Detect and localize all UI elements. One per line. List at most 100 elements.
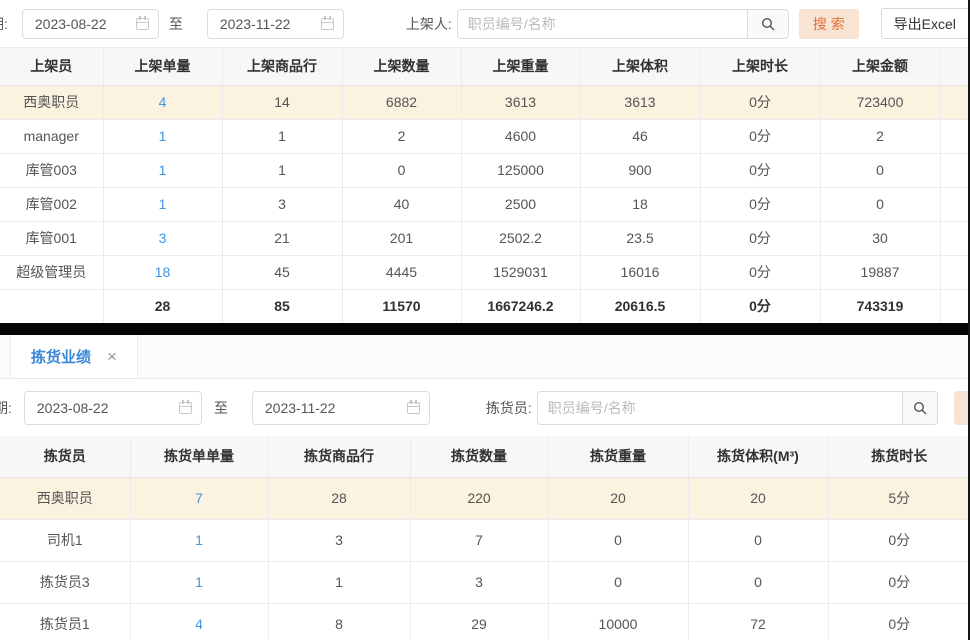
column-header: 上架金额	[820, 48, 940, 85]
cell: 72	[688, 603, 828, 640]
cell: 85	[222, 289, 342, 323]
cell: 0分	[828, 561, 970, 603]
shelf-table-header-row: 上架员 上架单量 上架商品行 上架数量 上架重量 上架体积 上架时长 上架金额	[0, 48, 970, 85]
cell: 2502.2	[461, 221, 580, 255]
cell: 0	[820, 153, 940, 187]
cell-order-count-link[interactable]: 1	[103, 119, 222, 153]
pick-person-input[interactable]	[537, 391, 902, 425]
pick-search-icon-button[interactable]	[902, 391, 938, 425]
cell-order-count-link[interactable]: 1	[130, 561, 268, 603]
pick-table-header-row: 拣货员 拣货单单量 拣货商品行 拣货数量 拣货重量 拣货体积(M³) 拣货时长	[0, 436, 970, 477]
cell-order-count-link[interactable]: 1	[130, 519, 268, 561]
cell: 4600	[461, 119, 580, 153]
search-icon	[912, 400, 928, 416]
cell: 1529031	[461, 255, 580, 289]
column-header: 上架时长	[700, 48, 820, 85]
cell-order-count-link[interactable]: 7	[130, 477, 268, 519]
cell: 0	[688, 561, 828, 603]
table-row: manager 1 1 2 4600 46 0分 2	[0, 119, 970, 153]
tab-bar: 拣货业绩 ×	[0, 335, 970, 379]
window-divider	[0, 323, 970, 335]
cell: 28	[268, 477, 410, 519]
cell: 23.5	[580, 221, 700, 255]
cell: 20	[548, 477, 688, 519]
pick-date-to[interactable]	[252, 391, 430, 425]
table-row: 库管002 1 3 40 2500 18 0分 0	[0, 187, 970, 221]
cell-order-count-link[interactable]: 18	[103, 255, 222, 289]
tab-picking-performance[interactable]: 拣货业绩 ×	[10, 335, 138, 378]
column-header: 拣货员	[0, 436, 130, 477]
cell: 10000	[548, 603, 688, 640]
cell-order-count-link[interactable]: 4	[130, 603, 268, 640]
cell: 3613	[580, 85, 700, 119]
column-header: 上架商品行	[222, 48, 342, 85]
cell-order-count-link[interactable]: 4	[103, 85, 222, 119]
cell: 723400	[820, 85, 940, 119]
cell: 40	[342, 187, 461, 221]
cell: 6882	[342, 85, 461, 119]
cell: 0	[548, 519, 688, 561]
pick-date-from-input[interactable]	[37, 400, 179, 416]
cell: 0分	[700, 289, 820, 323]
cell: 1	[268, 561, 410, 603]
cell: 1	[222, 153, 342, 187]
cell-name: manager	[0, 119, 103, 153]
cell: 30	[820, 221, 940, 255]
cell: 18	[580, 187, 700, 221]
cell-name: 库管002	[0, 187, 103, 221]
close-icon[interactable]: ×	[107, 348, 117, 365]
search-icon	[760, 16, 776, 32]
column-header: 拣货重量	[548, 436, 688, 477]
column-header: 拣货单单量	[130, 436, 268, 477]
calendar-icon	[136, 18, 149, 30]
cell: 5分	[828, 477, 970, 519]
column-header: 上架单量	[103, 48, 222, 85]
cell: 125000	[461, 153, 580, 187]
shelf-search-button[interactable]: 搜索	[799, 9, 859, 39]
table-row: 拣货员1 4 8 29 10000 72 0分	[0, 603, 970, 640]
cell: 0	[342, 153, 461, 187]
column-header: 上架体积	[580, 48, 700, 85]
export-excel-button[interactable]: 导出Excel	[881, 8, 969, 39]
table-row: 库管003 1 1 0 125000 900 0分 0	[0, 153, 970, 187]
column-header: 上架员	[0, 48, 103, 85]
cell-order-count-link[interactable]: 3	[103, 221, 222, 255]
shelf-date-from[interactable]	[22, 9, 159, 39]
pick-date-from[interactable]	[24, 391, 202, 425]
cell-name: 库管003	[0, 153, 103, 187]
shelf-date-from-input[interactable]	[35, 16, 136, 32]
calendar-icon	[321, 18, 334, 30]
shelf-person-input[interactable]	[457, 9, 747, 39]
shelf-date-to-input[interactable]	[220, 16, 321, 32]
cell-name: 拣货员1	[0, 603, 130, 640]
date-range-to-label: 至	[169, 14, 183, 34]
shelf-date-to[interactable]	[207, 9, 344, 39]
cell-order-count-link[interactable]: 1	[103, 153, 222, 187]
pick-date-label: 拣货日期:	[0, 398, 12, 418]
cell: 0分	[700, 119, 820, 153]
cell: 2	[820, 119, 940, 153]
cell: 19887	[820, 255, 940, 289]
calendar-icon	[407, 402, 420, 414]
cell-name: 库管001	[0, 221, 103, 255]
cell: 0	[820, 187, 940, 221]
shelf-search-icon-button[interactable]	[747, 9, 789, 39]
table-row: 西奥职员 4 14 6882 3613 3613 0分 723400	[0, 85, 970, 119]
cell-order-count-link[interactable]: 1	[103, 187, 222, 221]
cell: 0	[548, 561, 688, 603]
cell: 2	[342, 119, 461, 153]
pick-date-to-input[interactable]	[265, 400, 407, 416]
shelf-date-label: 上架日期:	[0, 14, 8, 34]
cell-name: 司机1	[0, 519, 130, 561]
shelf-filter-bar: 上架日期: 至 上架人: 搜索 导出Excel	[0, 0, 970, 48]
cell-name: 西奥职员	[0, 85, 103, 119]
cell: 21	[222, 221, 342, 255]
cell: 0分	[700, 85, 820, 119]
cell: 4445	[342, 255, 461, 289]
cell-filler	[940, 221, 970, 255]
cell: 3	[268, 519, 410, 561]
cell: 743319	[820, 289, 940, 323]
shelf-panel: 上架日期: 至 上架人: 搜索 导出Excel	[0, 0, 970, 323]
cell-filler	[940, 153, 970, 187]
cell: 0分	[828, 519, 970, 561]
